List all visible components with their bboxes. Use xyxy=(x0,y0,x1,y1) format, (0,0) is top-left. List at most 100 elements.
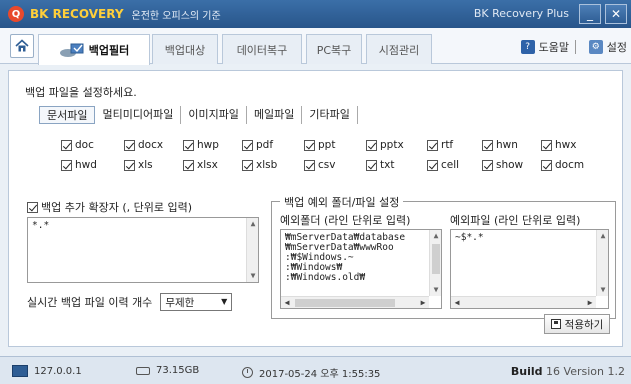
checkbox[interactable] xyxy=(124,159,135,171)
scroll-right-icon[interactable]: ▶ xyxy=(584,297,596,308)
add-extension-input[interactable]: *.* ▲ ▼ xyxy=(27,217,259,283)
ext-checkbox-xlsb[interactable]: xlsb xyxy=(242,159,277,171)
exclude-file-hscroll[interactable]: ◀ ▶ xyxy=(451,296,596,308)
add-extension-toggle[interactable]: 백업 추가 확장자 (, 단위로 입력) xyxy=(27,199,192,215)
ext-checkbox-xls[interactable]: xls xyxy=(124,159,153,171)
ext-checkbox-doc[interactable]: doc xyxy=(61,139,94,151)
ext-checkbox-docx[interactable]: docx xyxy=(124,139,163,151)
ext-checkbox-txt[interactable]: txt xyxy=(366,159,394,171)
tab-backup-target[interactable]: 백업대상 xyxy=(152,34,218,64)
ip-address: 127.0.0.1 xyxy=(34,365,82,377)
brand-tagline: 온전한 오피스의 기준 xyxy=(131,10,221,22)
tab-backup-filter[interactable]: 백업필터 xyxy=(38,34,150,65)
ext-checkbox-xlsx[interactable]: xlsx xyxy=(183,159,218,171)
scroll-up-icon[interactable]: ▲ xyxy=(247,218,258,230)
ext-checkbox-pdf[interactable]: pdf xyxy=(242,139,273,151)
checkbox[interactable] xyxy=(304,139,315,151)
ext-checkbox-ppt[interactable]: ppt xyxy=(304,139,335,151)
checkbox[interactable] xyxy=(366,139,377,151)
checkbox[interactable] xyxy=(482,159,493,171)
logo-letter: Q xyxy=(11,8,21,20)
tab-label: 백업필터 xyxy=(88,44,130,57)
checkbox[interactable] xyxy=(482,139,493,151)
help-link[interactable]: ? 도움말 xyxy=(520,39,569,55)
clock-icon xyxy=(242,367,253,378)
ext-checkbox-csv[interactable]: csv xyxy=(304,159,335,171)
file-tab-images[interactable]: 이미지파일 xyxy=(181,106,247,124)
scroll-left-icon[interactable]: ◀ xyxy=(281,297,293,308)
ext-label: hwx xyxy=(555,139,577,151)
history-count-select[interactable]: 무제한 ▼ xyxy=(160,293,233,311)
ext-checkbox-hwn[interactable]: hwn xyxy=(482,139,518,151)
checkbox[interactable] xyxy=(366,159,377,171)
tab-pc-recovery[interactable]: PC복구 xyxy=(306,34,362,64)
file-type-tabs: 문서파일 멀티미디어파일 이미지파일 메일파일 기타파일 xyxy=(39,106,358,124)
checkbox[interactable] xyxy=(427,139,438,151)
history-count-label: 실시간 백업 파일 이력 개수 xyxy=(27,296,153,309)
status-ip: 127.0.0.1 xyxy=(12,365,82,377)
home-button[interactable] xyxy=(10,34,34,58)
add-extension-scrollbar[interactable]: ▲ ▼ xyxy=(246,218,258,282)
history-count-row: 실시간 백업 파일 이력 개수 무제한 ▼ xyxy=(27,293,233,311)
scroll-thumb[interactable] xyxy=(432,244,440,274)
close-button[interactable]: ✕ xyxy=(605,4,627,24)
scroll-thumb[interactable] xyxy=(295,299,395,307)
scroll-down-icon[interactable]: ▼ xyxy=(430,284,441,296)
backup-filter-panel: 백업 파일을 설정하세요. 문서파일 멀티미디어파일 이미지파일 메일파일 기타… xyxy=(8,70,623,347)
exclude-file-input[interactable]: ~$*.* ▲ ▼ ◀ ▶ xyxy=(450,229,609,309)
ext-label: ppt xyxy=(318,139,336,151)
checkbox[interactable] xyxy=(61,139,72,151)
tab-label: 백업대상 xyxy=(164,43,206,57)
file-tab-mail[interactable]: 메일파일 xyxy=(247,106,303,124)
scroll-left-icon[interactable]: ◀ xyxy=(451,297,463,308)
minimize-button[interactable]: _ xyxy=(579,4,601,24)
checkbox[interactable] xyxy=(427,159,438,171)
tab-label: 시점관리 xyxy=(378,43,420,57)
scroll-up-icon[interactable]: ▲ xyxy=(430,230,441,242)
tab-point-management[interactable]: 시점관리 xyxy=(366,34,432,64)
backup-filter-icon xyxy=(59,43,84,57)
ext-label: csv xyxy=(318,159,336,171)
ext-checkbox-hwp[interactable]: hwp xyxy=(183,139,219,151)
scroll-down-icon[interactable]: ▼ xyxy=(247,270,258,282)
ext-label: cell xyxy=(441,159,460,171)
ext-checkbox-hwd[interactable]: hwd xyxy=(61,159,97,171)
status-datetime: 2017-05-24 오후 1:55:35 xyxy=(242,365,380,380)
disk-icon xyxy=(136,366,150,375)
title-bar: Q BK RECOVERY 온전한 오피스의 기준 BK Recovery Pl… xyxy=(0,0,631,28)
exclude-folder-hscroll[interactable]: ◀ ▶ xyxy=(281,296,429,308)
settings-icon: ⚙ xyxy=(588,40,603,54)
checkbox[interactable] xyxy=(242,159,253,171)
logo-icon: Q xyxy=(8,6,24,22)
exclude-file-vscroll[interactable]: ▲ ▼ xyxy=(596,230,608,296)
apply-button[interactable]: 적용하기 xyxy=(544,314,610,334)
file-tab-documents[interactable]: 문서파일 xyxy=(39,106,96,124)
add-extension-checkbox[interactable] xyxy=(27,201,38,213)
exclude-folder-vscroll[interactable]: ▲ ▼ xyxy=(429,230,441,296)
settings-link[interactable]: ⚙ 설정 xyxy=(588,39,627,55)
checkbox[interactable] xyxy=(183,139,194,151)
exclude-folder-input[interactable]: ₩mServerData₩database ₩mServerData₩wwwRo… xyxy=(280,229,442,309)
ext-label: hwp xyxy=(197,139,219,151)
ext-checkbox-rtf[interactable]: rtf xyxy=(427,139,453,151)
checkbox[interactable] xyxy=(541,139,552,151)
tab-data-recovery[interactable]: 데이터복구 xyxy=(222,34,302,64)
help-label: 도움말 xyxy=(538,41,569,54)
ext-checkbox-docm[interactable]: docm xyxy=(541,159,584,171)
ext-checkbox-cell[interactable]: cell xyxy=(427,159,459,171)
checkbox[interactable] xyxy=(304,159,315,171)
scroll-down-icon[interactable]: ▼ xyxy=(597,284,608,296)
checkbox[interactable] xyxy=(541,159,552,171)
checkbox[interactable] xyxy=(61,159,72,171)
checkbox[interactable] xyxy=(242,139,253,151)
scroll-right-icon[interactable]: ▶ xyxy=(417,297,429,308)
checkbox[interactable] xyxy=(183,159,194,171)
ext-checkbox-pptx[interactable]: pptx xyxy=(366,139,404,151)
scroll-up-icon[interactable]: ▲ xyxy=(597,230,608,242)
ext-checkbox-show[interactable]: show xyxy=(482,159,523,171)
ext-checkbox-hwx[interactable]: hwx xyxy=(541,139,576,151)
file-tab-multimedia[interactable]: 멀티미디어파일 xyxy=(95,106,182,124)
add-extension-value: *.* xyxy=(32,220,50,231)
file-tab-other[interactable]: 기타파일 xyxy=(302,106,358,124)
checkbox[interactable] xyxy=(124,139,135,151)
